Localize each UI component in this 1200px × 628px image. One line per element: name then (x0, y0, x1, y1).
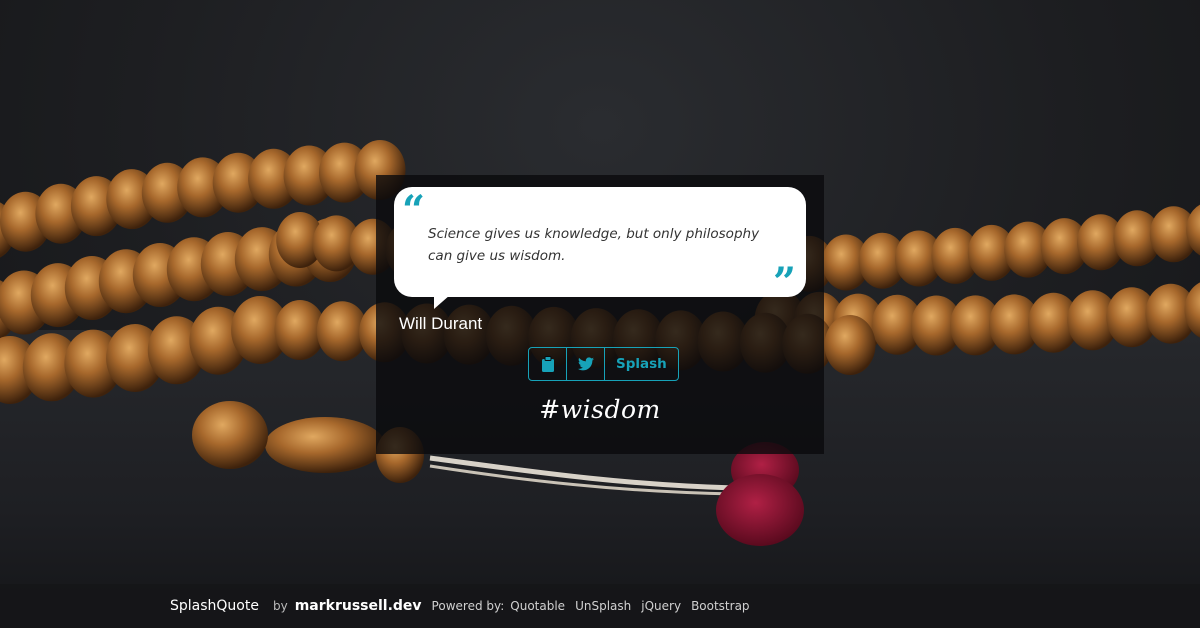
bubble-tail (434, 295, 450, 309)
footer-brand[interactable]: SplashQuote (170, 598, 259, 614)
clipboard-icon (541, 356, 554, 372)
footer-by: by (272, 599, 288, 613)
open-quote-icon: “ (402, 187, 426, 234)
quote-text: Science gives us knowledge, but only phi… (428, 226, 760, 264)
footer-link-quotable[interactable]: Quotable (510, 599, 565, 613)
action-buttons: Splash (528, 347, 679, 381)
quote-bubble: “ Science gives us knowledge, but only p… (394, 187, 806, 303)
quote-author: Will Durant (399, 314, 483, 333)
twitter-icon (577, 357, 594, 371)
footer: SplashQuote by markrussell.dev Powered b… (0, 584, 1200, 628)
footer-link-jquery[interactable]: jQuery (641, 599, 681, 613)
footer-powered-by: Powered by: (431, 599, 505, 613)
copy-button[interactable] (529, 348, 567, 380)
tweet-button[interactable] (567, 348, 605, 380)
footer-author-link[interactable]: markrussell.dev (295, 598, 422, 614)
bead (824, 315, 876, 375)
footer-link-unsplash[interactable]: UnSplash (575, 599, 631, 613)
splash-button[interactable]: Splash (605, 348, 678, 380)
quote-tag: #wisdom (539, 395, 661, 424)
quote-panel: “ Science gives us knowledge, but only p… (376, 175, 824, 454)
close-quote-icon: ” (772, 259, 796, 306)
footer-link-bootstrap[interactable]: Bootstrap (691, 599, 749, 613)
